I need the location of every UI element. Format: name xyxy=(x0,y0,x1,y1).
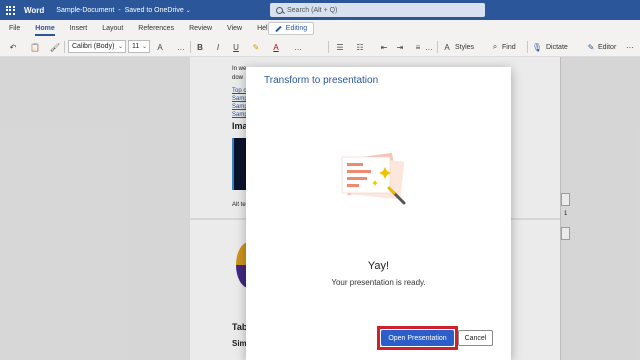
tab-references[interactable]: References xyxy=(138,20,174,37)
indent-icon[interactable]: ⇥ xyxy=(394,40,406,54)
tab-insert[interactable]: Insert xyxy=(70,20,88,37)
tab-layout[interactable]: Layout xyxy=(102,20,123,37)
ribbon-divider xyxy=(437,41,438,53)
paste-icon[interactable]: 📋 xyxy=(28,40,42,54)
open-presentation-button[interactable]: Open Presentation xyxy=(381,330,454,346)
font-size-value: 11 xyxy=(132,43,140,50)
dictate-label[interactable]: Dictate xyxy=(546,40,568,54)
font-name-value: Calibri (Body) xyxy=(72,43,115,50)
tab-review[interactable]: Review xyxy=(189,20,212,37)
outdent-icon[interactable]: ⇤ xyxy=(378,40,390,54)
styles-icon[interactable]: A xyxy=(442,40,452,54)
editor-label[interactable]: Editor xyxy=(598,40,616,54)
dialog-message: Your presentation is ready. xyxy=(331,278,426,287)
more-paragraph-icon[interactable]: … xyxy=(424,40,434,54)
chevron-down-icon[interactable]: ⌄ xyxy=(186,7,191,14)
app-launcher-icon[interactable] xyxy=(0,0,20,20)
ribbon-divider xyxy=(64,41,65,53)
editing-label: Editing xyxy=(285,25,308,32)
transform-dialog: Transform to presentation Yay! Your pres… xyxy=(246,67,511,360)
microphone-icon[interactable]: 🎙 xyxy=(532,40,542,54)
underline-button[interactable]: U xyxy=(230,40,242,54)
undo-icon[interactable]: ↶ xyxy=(6,40,20,54)
styles-label[interactable]: Styles xyxy=(455,40,474,54)
chevron-down-icon: ⌄ xyxy=(141,44,147,50)
ribbon-divider xyxy=(190,41,191,53)
tab-file[interactable]: File xyxy=(9,20,20,37)
bold-button[interactable]: B xyxy=(194,40,206,54)
editor-icon[interactable]: ✎ xyxy=(586,40,596,54)
title-bar: Word Sample-Document - Saved to OneDrive… xyxy=(0,0,640,20)
tab-view[interactable]: View xyxy=(227,20,242,37)
find-icon[interactable]: ⌕ xyxy=(490,40,500,54)
font-name-select[interactable]: Calibri (Body) ⌄ xyxy=(68,40,126,53)
search-box[interactable]: Search (Alt + Q) xyxy=(270,3,485,17)
search-icon xyxy=(276,6,283,14)
font-size-select[interactable]: 11 ⌄ xyxy=(128,40,150,53)
ribbon-divider xyxy=(328,41,329,53)
grow-font-icon[interactable]: A xyxy=(154,40,166,54)
more-font-icon[interactable]: … xyxy=(176,40,186,54)
format-painter-icon[interactable]: 🖌 xyxy=(48,40,62,54)
menu-bar: File Home Insert Layout References Revie… xyxy=(0,20,640,37)
chevron-down-icon: ⌄ xyxy=(117,44,123,50)
dialog-title: Transform to presentation xyxy=(264,75,379,86)
overflow-icon[interactable]: ⋯ xyxy=(624,40,636,54)
editing-mode-button[interactable]: Editing xyxy=(268,22,314,35)
search-placeholder: Search (Alt + Q) xyxy=(287,6,338,14)
bullets-icon[interactable]: ☰ xyxy=(334,40,346,54)
app-name[interactable]: Word xyxy=(24,6,44,15)
align-icon[interactable]: ≡ xyxy=(412,40,424,54)
save-status[interactable]: Saved to OneDrive xyxy=(125,7,184,14)
cancel-button[interactable]: Cancel xyxy=(458,330,493,346)
more-format-icon[interactable]: … xyxy=(292,40,304,54)
document-name[interactable]: Sample-Document xyxy=(56,7,114,14)
dialog-heading: Yay! xyxy=(367,260,390,272)
pencil-icon xyxy=(275,25,282,32)
highlight-icon[interactable]: ✎ xyxy=(250,40,262,54)
ribbon-toolbar: ↶ 📋 🖌 Calibri (Body) ⌄ 11 ⌄ A … B I U ✎ … xyxy=(0,37,640,57)
numbering-icon[interactable]: ☷ xyxy=(354,40,366,54)
title-separator: - xyxy=(118,6,121,14)
italic-button[interactable]: I xyxy=(212,40,224,54)
ribbon-divider xyxy=(527,41,528,53)
find-label[interactable]: Find xyxy=(502,40,516,54)
font-color-icon[interactable]: A xyxy=(270,40,282,54)
tab-home[interactable]: Home xyxy=(35,20,56,37)
presentation-illustration-icon xyxy=(341,152,406,205)
